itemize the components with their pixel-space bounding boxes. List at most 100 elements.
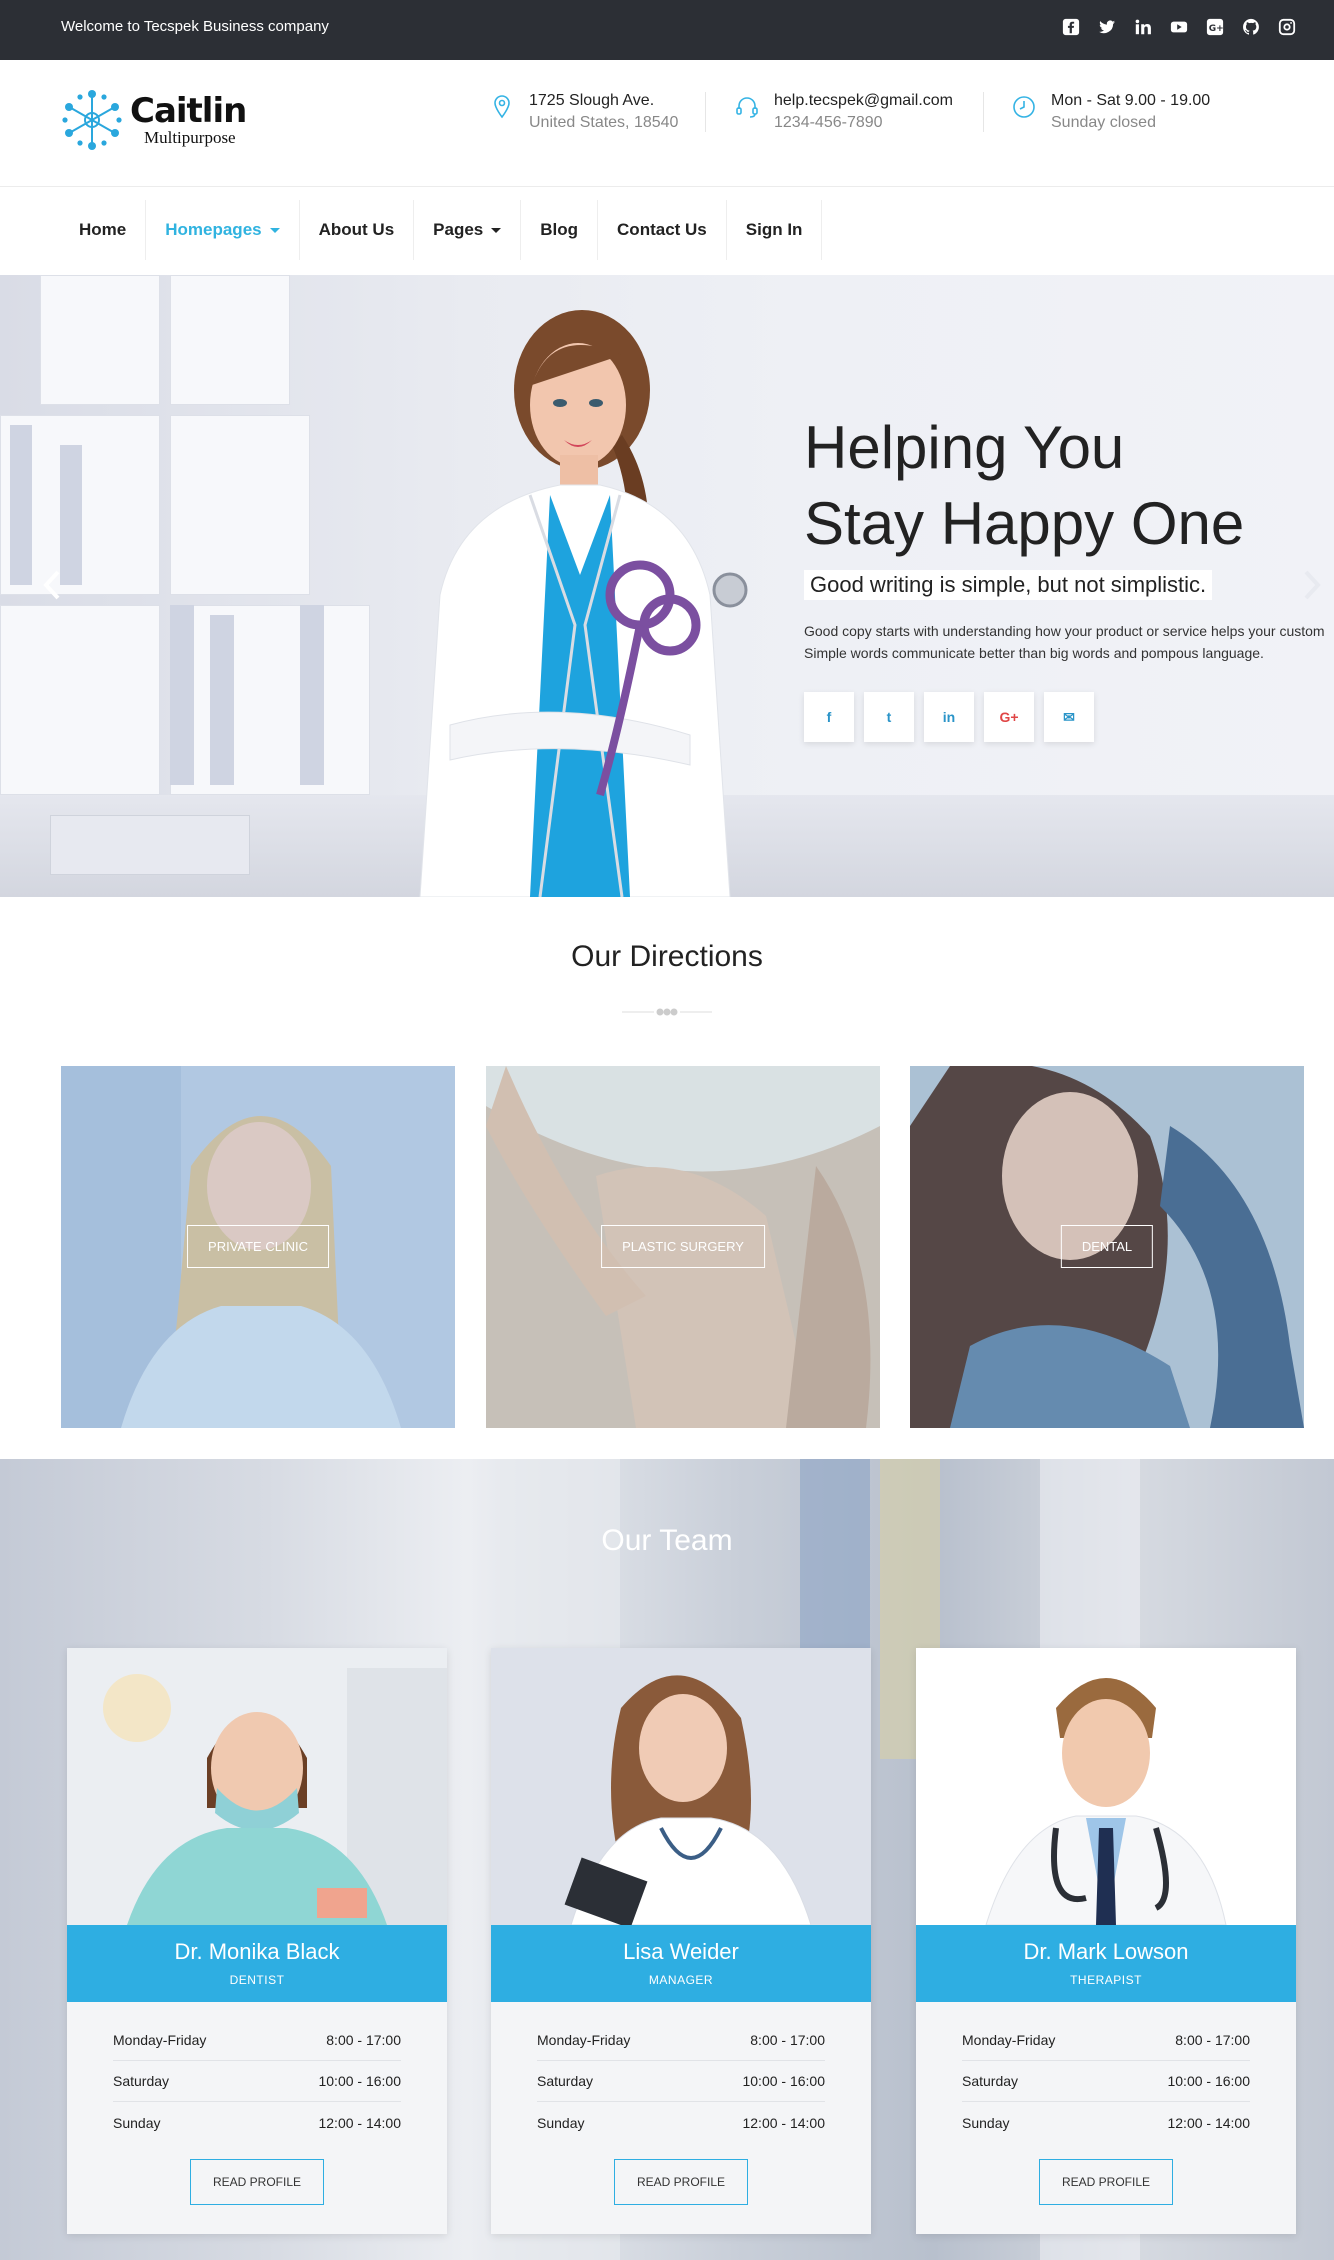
caret-down-icon: [269, 227, 280, 233]
nav-homepages-label: Homepages: [165, 220, 262, 239]
facebook-icon[interactable]: [1060, 16, 1082, 38]
schedule-row: Saturday 10:00 - 16:00: [113, 2061, 401, 2102]
twitter-share-button[interactable]: t: [864, 692, 914, 742]
schedule-row: Saturday 10:00 - 16:00: [537, 2061, 825, 2102]
schedule-time: 12:00 - 14:00: [742, 2114, 825, 2131]
team-member-name: Dr. Mark Lowson: [1023, 1939, 1189, 1964]
schedule-row: Saturday 10:00 - 16:00: [962, 2061, 1250, 2102]
team-member-name: Lisa Weider: [623, 1939, 739, 1964]
svg-text:G+: G+: [1209, 24, 1224, 34]
email-share-button[interactable]: ✉: [1044, 692, 1094, 742]
top-social-links: G+: [1060, 16, 1298, 38]
manager-photo: [491, 1648, 871, 1925]
binder: [10, 425, 32, 585]
linkedin-icon[interactable]: [1132, 16, 1154, 38]
email-info: help.tecspek@gmail.com 1234-456-7890: [734, 90, 953, 134]
schedule-day: Sunday: [113, 2114, 161, 2131]
nav-pages[interactable]: Pages: [414, 200, 522, 260]
hero-desc-line1: Good copy starts with understanding how …: [804, 623, 1325, 639]
schedule-day: Sunday: [962, 2114, 1010, 2131]
logo-name: Caitlin: [130, 91, 247, 131]
hours-line2: Sunday closed: [1051, 114, 1156, 131]
team-name-band: Lisa Weider MANAGER: [491, 1925, 871, 2002]
nav-contact-us[interactable]: Contact Us: [598, 200, 727, 260]
read-profile-button[interactable]: READ PROFILE: [614, 2159, 748, 2205]
slider-indicators: [650, 862, 718, 866]
team-card-lisa-weider: Lisa Weider MANAGER Monday-Friday 8:00 - …: [491, 1648, 871, 2234]
instagram-icon[interactable]: [1276, 16, 1298, 38]
schedule-day: Monday-Friday: [962, 2032, 1056, 2048]
nav-about-us[interactable]: About Us: [300, 200, 415, 260]
address-line2: United States, 18540: [529, 114, 679, 131]
hours-line1: Mon - Sat 9.00 - 19.00: [1051, 92, 1211, 109]
hero-desc-line2: Simple words communicate better than big…: [804, 645, 1264, 661]
logo-mark-icon: [62, 90, 122, 150]
header-divider: [983, 92, 984, 132]
hero-description: Good copy starts with understanding how …: [804, 620, 1334, 664]
google-plus-share-button[interactable]: G+: [984, 692, 1034, 742]
team-card-monika-black: Dr. Monika Black DENTIST Monday-Friday 8:…: [67, 1648, 447, 2234]
schedule-time: 10:00 - 16:00: [318, 2073, 401, 2089]
schedule-day: Saturday: [113, 2073, 170, 2089]
dentist-photo: [67, 1648, 447, 1925]
paper-stack: [50, 815, 250, 875]
schedule-time: 8:00 - 17:00: [326, 2032, 401, 2048]
schedule-time: 10:00 - 16:00: [742, 2073, 825, 2089]
slider-next-arrow-icon[interactable]: [1300, 568, 1324, 602]
top-bar: Welcome to Tecspek Business company G+: [0, 0, 1334, 60]
slider-prev-arrow-icon[interactable]: [40, 568, 64, 602]
nav-home[interactable]: Home: [60, 200, 147, 260]
team-member-name: Dr. Monika Black: [174, 1939, 340, 1964]
site-header: Caitlin Multipurpose 1725 Slough Ave. Un…: [0, 60, 1334, 187]
google-plus-icon[interactable]: G+: [1204, 16, 1226, 38]
direction-card-plastic-surgery[interactable]: PLASTIC SURGERY: [486, 1066, 880, 1428]
linkedin-share-button[interactable]: in: [924, 692, 974, 742]
slider-indicator-active[interactable]: [688, 862, 718, 866]
twitter-icon[interactable]: [1096, 16, 1118, 38]
section-divider: [622, 1008, 712, 1016]
doctor-photo: [419, 310, 748, 897]
team-photo: [916, 1648, 1296, 1925]
schedule-day: Monday-Friday: [113, 2032, 207, 2048]
team-title: Our Team: [601, 1524, 733, 1557]
direction-card-private-clinic[interactable]: PRIVATE CLINIC: [61, 1066, 455, 1428]
direction-card-dental[interactable]: DENTAL: [910, 1066, 1304, 1428]
schedule-table: Monday-Friday 8:00 - 17:00 Saturday 10:00 …: [962, 2020, 1250, 2143]
team-name-band: Dr. Monika Black DENTIST: [67, 1925, 447, 2002]
facebook-share-button[interactable]: f: [804, 692, 854, 742]
read-profile-button[interactable]: READ PROFILE: [190, 2159, 324, 2205]
direction-label[interactable]: DENTAL: [1060, 1225, 1154, 1268]
hours-info: Mon - Sat 9.00 - 19.00 Sunday closed: [1011, 90, 1210, 134]
address-info: 1725 Slough Ave. United States, 18540: [489, 90, 678, 134]
binder: [210, 615, 234, 785]
youtube-icon[interactable]: [1168, 16, 1190, 38]
read-profile-button[interactable]: READ PROFILE: [1039, 2159, 1173, 2205]
logo[interactable]: Caitlin Multipurpose: [60, 88, 247, 152]
nav-sign-in[interactable]: Sign In: [727, 200, 823, 260]
direction-label[interactable]: PLASTIC SURGERY: [601, 1225, 765, 1268]
slider-indicator[interactable]: [650, 862, 680, 866]
hero-title-line2: Stay Happy One: [804, 490, 1245, 557]
schedule-row: Sunday 12:00 - 14:00: [962, 2102, 1250, 2143]
team-member-role: DENTIST: [229, 1973, 285, 1987]
schedule-day: Saturday: [962, 2073, 1019, 2089]
github-icon[interactable]: [1240, 16, 1262, 38]
schedule-day: Sunday: [537, 2114, 585, 2131]
team-member-role: THERAPIST: [1070, 1973, 1142, 1987]
schedule-table: Monday-Friday 8:00 - 17:00 Saturday 10:00 …: [113, 2020, 401, 2143]
shelf-background: [40, 275, 160, 405]
nav-homepages[interactable]: Homepages: [146, 200, 300, 260]
therapist-photo: [916, 1648, 1296, 1925]
nav-blog[interactable]: Blog: [521, 200, 599, 260]
team-photo: [67, 1648, 447, 1925]
schedule-row: Sunday 12:00 - 14:00: [113, 2102, 401, 2143]
shelf-background: [170, 415, 310, 595]
direction-label[interactable]: PRIVATE CLINIC: [187, 1225, 329, 1268]
phone-line[interactable]: 1234-456-7890: [774, 112, 953, 134]
schedule-time: 8:00 - 17:00: [750, 2032, 825, 2048]
schedule-row: Sunday 12:00 - 14:00: [537, 2102, 825, 2143]
email-line[interactable]: help.tecspek@gmail.com: [774, 90, 953, 112]
hero-social-buttons: f t in G+ ✉: [804, 692, 1334, 742]
shelf-background: [170, 275, 290, 405]
headset-icon: [734, 94, 760, 120]
